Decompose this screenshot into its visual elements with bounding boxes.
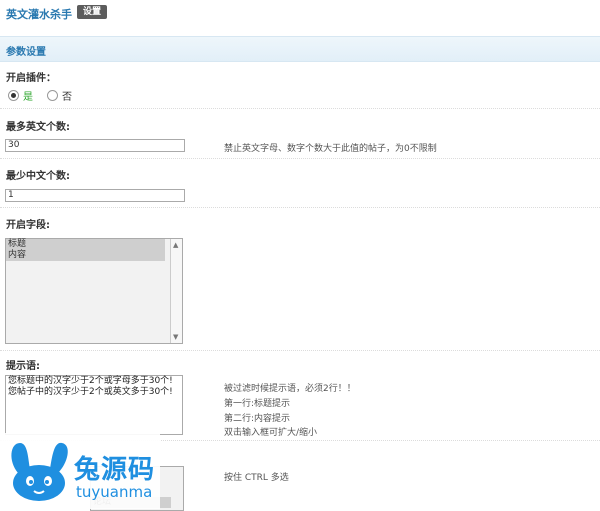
divider [0,108,600,109]
section-title: 参数设置 [6,47,46,58]
listbox-scrollbar[interactable]: ▲ ▼ [170,239,182,343]
radio-no-label[interactable]: 否 [62,88,72,103]
prompt-hint: 第一行:标题提示 [224,399,291,409]
settings-button[interactable]: 设置 [77,5,108,19]
max-english-label: 最多英文个数: [6,122,70,133]
fields-label: 开启字段: [6,220,50,231]
radio-yes-label[interactable]: 是 [23,88,33,103]
min-chinese-input[interactable]: 1 [5,189,185,202]
fields-listbox[interactable]: 标题 内容 ▲ ▼ [5,238,183,344]
prompt-hint: 双击输入框可扩大/缩小 [224,428,318,438]
max-english-input[interactable]: 30 [5,139,185,152]
radio-no[interactable] [47,90,58,101]
scroll-down-icon[interactable]: ▼ [173,333,178,341]
max-english-hint: 禁止英文字母、数字个数大于此值的帖子，为0不限制 [224,144,437,154]
multi-select-hint: 按住 CTRL 多选 [224,473,289,483]
prompt-line: 您标题中的汉字少于2个或字母多于30个! [8,376,173,386]
prompt-textarea[interactable]: 您标题中的汉字少于2个或字母多于30个! 您帖子中的汉字少于2个或英文多于30个… [5,375,183,435]
prompt-hint: 被过滤时候提示语，必须2行！！ [224,384,356,394]
logo-text-en: tuyuanma [76,483,153,501]
watermark-logo: 兔源码 tuyuanma [0,433,160,509]
enable-plugin-radio-group: 是否 [8,88,86,103]
prompt-hint: 第二行:内容提示 [224,414,291,424]
logo-text-cn: 兔源码 [74,455,156,485]
section-header: 参数设置 [0,36,600,62]
divider [0,207,600,208]
prompt-label: 提示语: [6,361,40,372]
fields-option[interactable]: 内容 [6,250,165,261]
enable-plugin-label: 开启插件： [6,73,56,84]
radio-yes[interactable] [8,90,19,101]
fields-option[interactable]: 标题 [6,239,165,250]
min-chinese-label: 最少中文个数: [6,171,70,182]
app-title: 英文灌水杀手 [6,8,72,21]
prompt-line: 您帖子中的汉字少于2个或英文多于30个! [8,387,173,397]
divider [0,350,600,351]
divider [0,158,600,159]
rabbit-icon [11,442,68,501]
scroll-up-icon[interactable]: ▲ [173,241,178,249]
top-bar: 英文灌水杀手 设置 [0,0,600,28]
